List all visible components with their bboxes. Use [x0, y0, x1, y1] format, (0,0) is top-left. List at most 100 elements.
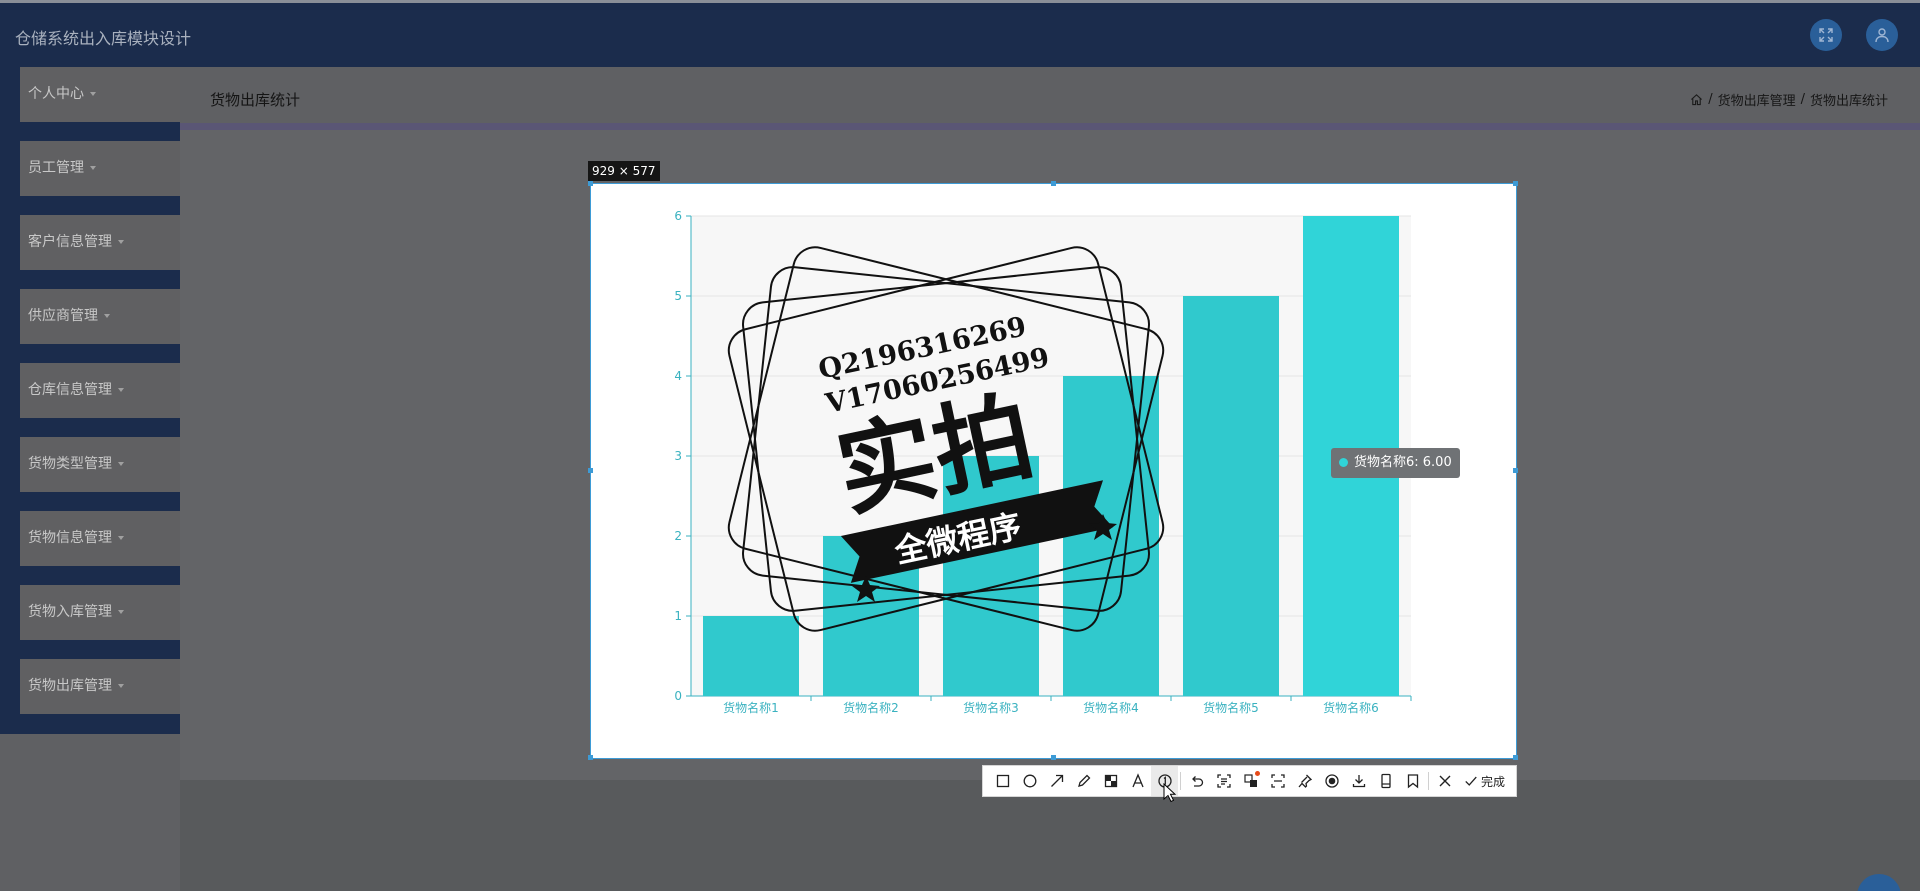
resize-handle[interactable] [1513, 468, 1518, 473]
x-tick-label: 货物名称1 [723, 700, 779, 715]
x-tick-label: 货物名称5 [1203, 700, 1259, 715]
long-screenshot-tool[interactable] [1372, 766, 1399, 796]
caret-down-icon [90, 166, 96, 170]
done-button[interactable]: 完成 [1458, 766, 1511, 796]
resize-handle[interactable] [1051, 181, 1056, 186]
new-feature-dot [1255, 771, 1260, 776]
toolbar-divider [1180, 772, 1181, 790]
close-icon [1439, 775, 1450, 787]
y-tick-label: 5 [674, 289, 682, 303]
cancel-tool[interactable] [1431, 766, 1458, 796]
caret-down-icon [118, 462, 124, 466]
y-tick-label: 2 [674, 529, 682, 543]
done-label: 完成 [1481, 774, 1506, 789]
mosaic-icon [1104, 774, 1117, 788]
sidebar-item-label: 货物出库管理 [28, 678, 112, 694]
arrow-icon [1050, 774, 1063, 787]
sidebar-item-inbound[interactable]: 货物入库管理 [20, 585, 180, 640]
sidebar-item-label: 客户信息管理 [28, 234, 112, 250]
translate-tool[interactable] [1237, 766, 1264, 796]
sidebar-item-goods-types[interactable]: 货物类型管理 [20, 437, 180, 492]
home-icon[interactable] [1690, 93, 1703, 106]
sidebar-item-outbound[interactable]: 货物出库管理 [20, 659, 180, 714]
user-menu-button[interactable] [1866, 19, 1898, 51]
undo-tool[interactable] [1183, 766, 1210, 796]
pin-tool[interactable] [1291, 766, 1318, 796]
text-tool[interactable] [1124, 766, 1151, 796]
sidebar-item-label: 货物信息管理 [28, 530, 112, 546]
x-tick-label: 货物名称6 [1323, 700, 1379, 715]
ocr-tool[interactable] [1210, 766, 1237, 796]
resize-handle[interactable] [588, 181, 593, 186]
caret-down-icon [118, 536, 124, 540]
bar [1183, 296, 1279, 696]
breadcrumb-item-current: 货物出库统计 [1809, 94, 1888, 109]
rectangle-tool[interactable] [989, 766, 1016, 796]
breadcrumb: / 货物出库管理 / 货物出库统计 [1690, 90, 1888, 109]
series-marker [1339, 458, 1348, 467]
resize-handle[interactable] [588, 755, 593, 760]
app-title: 仓储系统出入库模块设计 [15, 29, 192, 48]
sidebar-item-label: 供应商管理 [28, 308, 98, 324]
download-tool[interactable] [1345, 766, 1372, 796]
sidebar-item-label: 仓库信息管理 [28, 382, 112, 398]
sidebar-item-label: 个人中心 [28, 86, 84, 102]
y-tick-label: 4 [674, 369, 682, 383]
y-tick-label: 3 [674, 449, 682, 463]
caret-down-icon [118, 610, 124, 614]
scan-tool[interactable] [1264, 766, 1291, 796]
download-icon [1352, 775, 1365, 788]
breadcrumb-separator: / [1708, 92, 1713, 107]
phone-icon [1380, 773, 1391, 789]
toolbar-divider [1428, 772, 1429, 790]
text-icon [1131, 773, 1144, 788]
sidebar-item-employees[interactable]: 员工管理 [20, 141, 180, 196]
sidebar-item-warehouses[interactable]: 仓库信息管理 [20, 363, 180, 418]
caret-down-icon [104, 314, 110, 318]
capture-size-label: 929 × 577 [588, 161, 660, 181]
scan-icon [1270, 774, 1285, 788]
bookmark-tool[interactable] [1399, 766, 1426, 796]
resize-handle[interactable] [1513, 181, 1518, 186]
user-icon [1875, 28, 1889, 43]
y-tick-label: 0 [674, 689, 682, 703]
caret-down-icon [118, 684, 124, 688]
x-tick-label: 货物名称4 [1083, 700, 1139, 715]
resize-handle[interactable] [1051, 755, 1056, 760]
ellipse-tool[interactable] [1016, 766, 1043, 796]
sidebar-item-customers[interactable]: 客户信息管理 [20, 215, 180, 270]
top-bar: 仓储系统出入库模块设计 [0, 0, 1920, 67]
sidebar-item-label: 员工管理 [28, 160, 84, 176]
caret-down-icon [90, 92, 96, 96]
caret-down-icon [118, 240, 124, 244]
arrow-tool[interactable] [1043, 766, 1070, 796]
y-tick-label: 6 [674, 209, 682, 223]
page-title: 货物出库统计 [210, 91, 301, 109]
bar [703, 616, 799, 696]
breadcrumb-item-outbound[interactable]: 货物出库管理 [1718, 90, 1796, 109]
rectangle-icon [996, 774, 1009, 788]
sidebar-item-label: 货物类型管理 [28, 456, 112, 472]
pen-tool[interactable] [1070, 766, 1097, 796]
sidebar-item-suppliers[interactable]: 供应商管理 [20, 289, 180, 344]
tooltip-text: 货物名称6: 6.00 [1354, 455, 1452, 470]
screenshot-toolbar: 完成 [982, 765, 1517, 797]
circle-icon [1023, 774, 1036, 788]
header-divider [180, 123, 1920, 130]
check-icon [1465, 776, 1477, 786]
sidebar-item-label: 货物入库管理 [28, 604, 112, 620]
sidebar-item-goods-info[interactable]: 货物信息管理 [20, 511, 180, 566]
chart-tooltip: 货物名称6: 6.00 [1331, 448, 1460, 478]
pin-icon [1298, 774, 1312, 788]
resize-handle[interactable] [588, 468, 593, 473]
fullscreen-button[interactable] [1810, 19, 1842, 51]
sidebar-item-personal-center[interactable]: 个人中心 [20, 67, 180, 122]
mouse-cursor-icon [1163, 783, 1177, 803]
undo-icon [1191, 776, 1203, 787]
record-icon [1324, 774, 1339, 788]
ocr-icon [1216, 774, 1231, 788]
breadcrumb-separator: / [1800, 92, 1805, 107]
record-tool[interactable] [1318, 766, 1345, 796]
resize-handle[interactable] [1513, 755, 1518, 760]
mosaic-tool[interactable] [1097, 766, 1124, 796]
